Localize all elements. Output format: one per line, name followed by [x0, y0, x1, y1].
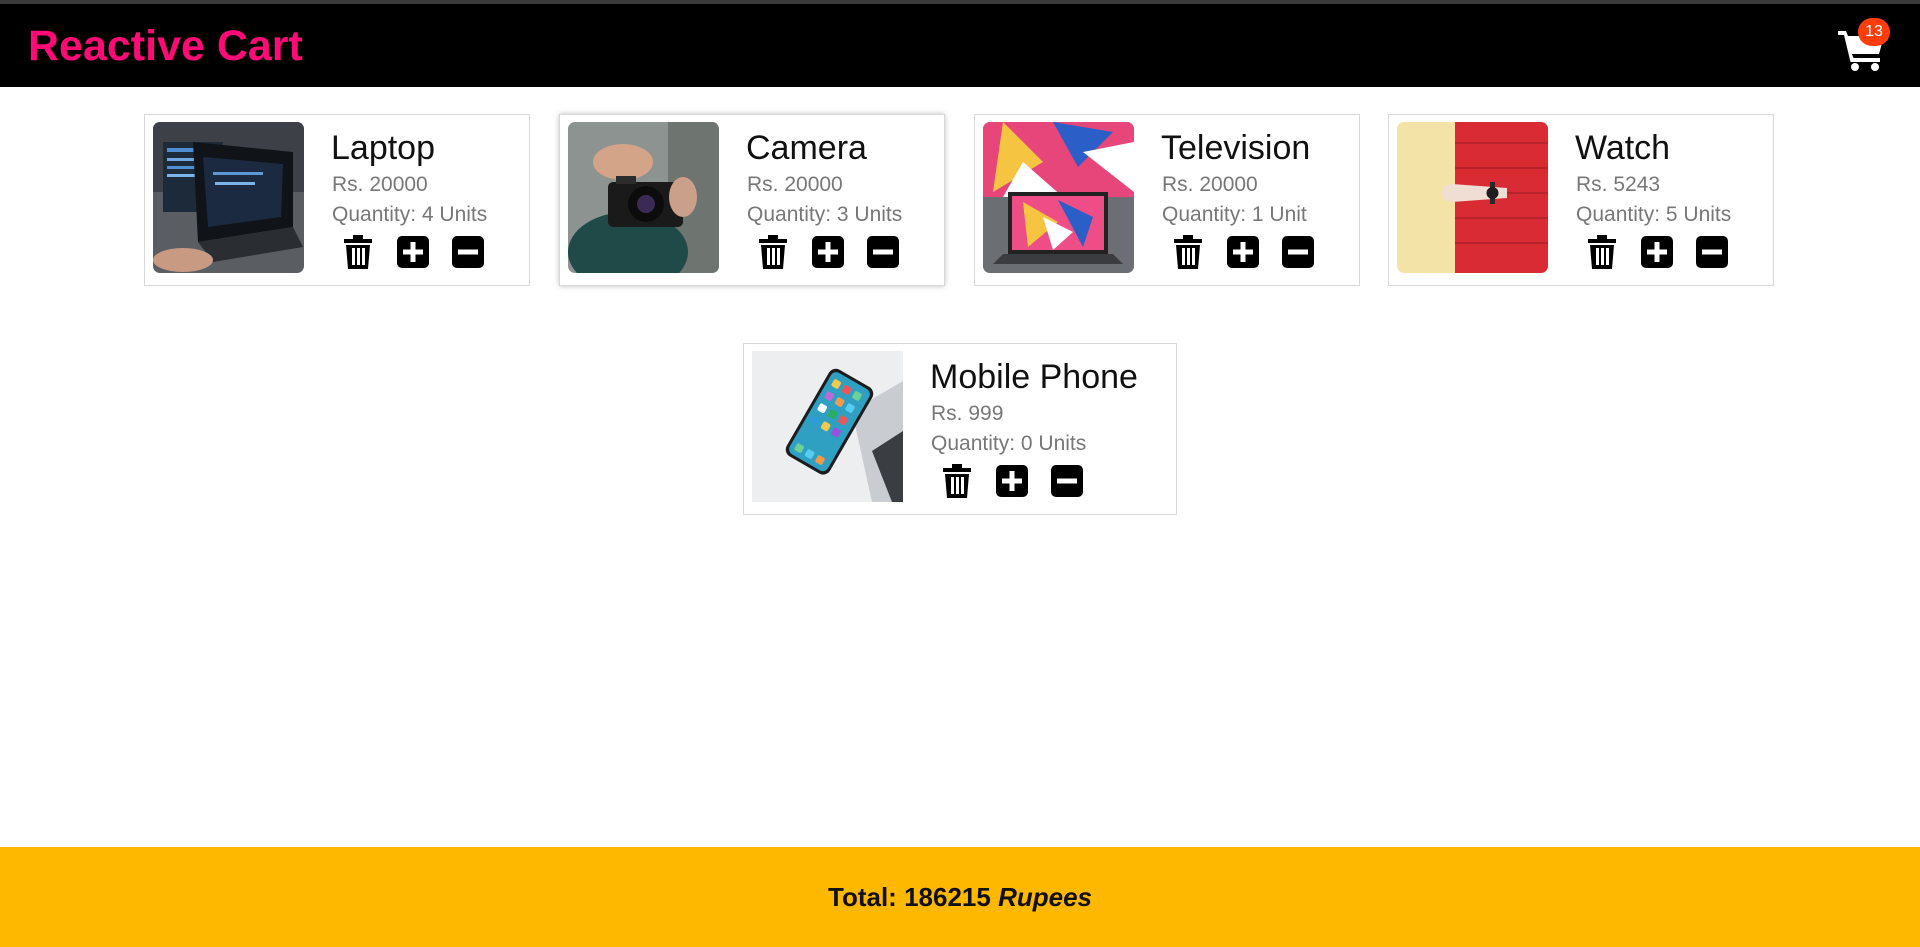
cart-count-badge: 13	[1858, 18, 1890, 46]
product-title: Television	[1161, 129, 1311, 167]
plus-square-icon[interactable]	[1226, 235, 1260, 269]
laptop-photo	[153, 122, 304, 273]
trash-icon[interactable]	[756, 235, 790, 269]
product-price: Rs. 20000	[332, 173, 428, 196]
minus-square-icon[interactable]	[1695, 235, 1729, 269]
trash-icon[interactable]	[1585, 235, 1619, 269]
product-title: Camera	[746, 129, 867, 167]
currency-label: Rupees	[998, 882, 1092, 912]
product-title: Laptop	[331, 129, 435, 167]
plus-square-icon[interactable]	[995, 464, 1029, 498]
plus-square-icon[interactable]	[1640, 235, 1674, 269]
trash-icon[interactable]	[1171, 235, 1205, 269]
product-price: Rs. 20000	[1162, 173, 1258, 196]
plus-square-icon[interactable]	[811, 235, 845, 269]
cart-button[interactable]: 13	[1834, 18, 1890, 74]
product-price: Rs. 5243	[1576, 173, 1661, 196]
product-title: Watch	[1575, 129, 1671, 167]
television-photo	[983, 122, 1134, 273]
product-card-watch: Watch Rs. 5243 Quantity: 5 Units	[1388, 114, 1774, 286]
minus-square-icon[interactable]	[1050, 464, 1084, 498]
plus-square-icon[interactable]	[396, 235, 430, 269]
trash-icon[interactable]	[940, 464, 974, 498]
total-footer: Total: 186215 Rupees	[0, 847, 1920, 947]
minus-square-icon[interactable]	[451, 235, 485, 269]
product-card-laptop: Laptop Rs. 20000 Quantity: 4 Units	[144, 114, 530, 286]
cart-total: Total: 186215 Rupees	[828, 882, 1092, 912]
product-quantity: Quantity: 0 Units	[931, 432, 1087, 455]
navbar: Reactive Cart 13	[0, 4, 1920, 87]
product-price: Rs. 20000	[747, 173, 843, 196]
product-quantity: Quantity: 1 Unit	[1162, 203, 1307, 226]
mobile-phone-photo	[752, 351, 903, 502]
product-quantity: Quantity: 5 Units	[1576, 203, 1732, 226]
camera-photo	[568, 122, 719, 273]
product-card-television: Television Rs. 20000 Quantity: 1 Unit	[974, 114, 1360, 286]
brand-title: Reactive Cart	[28, 22, 303, 70]
product-card-camera: Camera Rs. 20000 Quantity: 3 Units	[559, 114, 945, 286]
product-quantity: Quantity: 4 Units	[332, 203, 488, 226]
trash-icon[interactable]	[341, 235, 375, 269]
product-title: Mobile Phone	[930, 358, 1138, 396]
minus-square-icon[interactable]	[1281, 235, 1315, 269]
product-quantity: Quantity: 3 Units	[747, 203, 903, 226]
minus-square-icon[interactable]	[866, 235, 900, 269]
cart-total-value: 186215	[904, 882, 991, 912]
watch-photo	[1397, 122, 1548, 273]
product-price: Rs. 999	[931, 402, 1004, 425]
product-card-mobile-phone: Mobile Phone Rs. 999 Quantity: 0 Units	[743, 343, 1177, 515]
